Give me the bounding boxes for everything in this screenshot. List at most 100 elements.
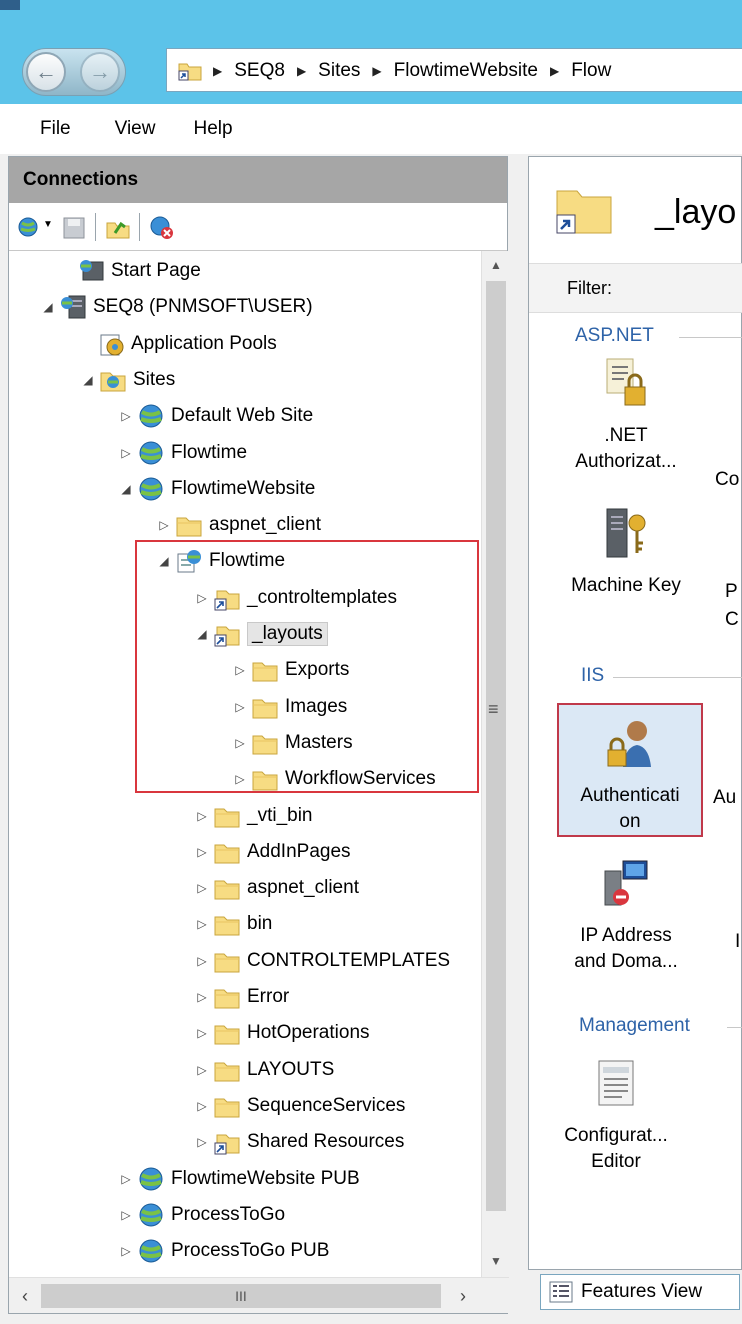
tree-node-label: Start Page [111,260,201,281]
features-panel: _layo Filter: ASP.NET .NET Authorizat...… [528,156,742,1270]
tree-node-label: Shared Resources [247,1131,405,1153]
feature-partial-label[interactable]: I [735,931,740,953]
tree-node[interactable]: ▷ Flowtime [119,435,247,471]
filter-label: Filter: [567,278,612,298]
expand-arrow-icon[interactable]: ▷ [195,1026,209,1040]
tree-node-label: aspnet_client [247,877,359,899]
tree-node[interactable]: Start Page [59,253,201,289]
menu-help[interactable]: Help [193,118,232,140]
scroll-left-icon[interactable]: ‹ [13,1282,37,1310]
globe-icon [139,1239,163,1263]
tree-node[interactable]: ▷ LAYOUTS [195,1052,334,1088]
forward-button[interactable]: → [80,52,120,92]
group-management: Management [579,1015,690,1036]
virtual-dir-icon [178,63,202,81]
horizontal-scrollbar-thumb[interactable]: III [41,1284,441,1308]
tree-node[interactable]: ▷ aspnet_client [195,870,359,906]
folder-icon [214,1025,240,1045]
tree-node[interactable]: ▷ bin [195,906,272,942]
tree-node-label: ProcessToGo PUB [171,1240,330,1262]
expand-arrow-icon[interactable]: ▷ [157,518,171,532]
tree-node[interactable]: ▷ Error [195,979,289,1015]
tree-node[interactable]: ▷ SequenceServices [195,1088,405,1124]
feature-partial-label[interactable]: Au [713,787,736,809]
disconnect-icon[interactable] [149,215,175,241]
expand-arrow-icon[interactable]: ▷ [195,1099,209,1113]
tree-node[interactable]: ▷ CONTROLTEMPLATES [195,943,450,979]
app-icon [0,0,20,10]
globe-icon [139,1167,163,1190]
expand-arrow-icon[interactable]: ▷ [119,1208,133,1222]
menu-file[interactable]: File [40,118,71,140]
feature-authentication[interactable]: Authenticati on [557,703,703,837]
expand-arrow-icon[interactable]: ▷ [195,1135,209,1149]
tree-node[interactable]: ▷ Default Web Site [119,398,313,434]
expand-arrow-icon[interactable]: ▷ [119,409,133,423]
app-pools-icon [100,334,124,356]
folder-icon [214,1062,240,1082]
dropdown-arrow-icon[interactable]: ▼ [43,219,53,230]
up-folder-icon[interactable] [105,215,131,241]
feature-machine-key[interactable]: Machine Key [553,507,699,599]
tree-node[interactable]: ◢ Sites [81,362,175,398]
scrollbar-thumb[interactable] [486,281,506,1211]
breadcrumb-flowtimewebsite[interactable]: FlowtimeWebsite [394,60,538,82]
scroll-down-icon[interactable]: ▼ [482,1247,510,1275]
expand-arrow-icon[interactable]: ▷ [119,446,133,460]
tree-node[interactable]: Application Pools [79,326,277,362]
expand-arrow-icon[interactable]: ▷ [195,954,209,968]
globe-icon [139,404,163,428]
back-arrow-icon: ← [35,59,57,84]
tree-node[interactable]: ▷ _vti_bin [195,798,313,834]
connect-globe-icon[interactable] [17,215,43,241]
feature-partial-label[interactable]: P [725,581,738,603]
tree-node[interactable]: ▷ FlowtimeWebsite PUB [119,1161,360,1197]
feature-configuration-editor[interactable]: Configurat... Editor [543,1057,689,1175]
address-bar[interactable]: ▶ SEQ8 ▶ Sites ▶ FlowtimeWebsite ▶ Flow [166,48,742,92]
expand-arrow-icon[interactable]: ▷ [119,1244,133,1258]
connections-toolbar: ▼ [9,203,507,251]
expand-arrow-icon[interactable]: ▷ [195,881,209,895]
feature-partial-label[interactable]: Co [715,469,739,491]
collapse-arrow-icon[interactable]: ◢ [81,373,95,387]
tree-node[interactable]: ▷ aspnet_client [157,507,321,543]
collapse-arrow-icon[interactable]: ◢ [119,482,133,496]
group-divider [613,677,742,678]
expand-arrow-icon[interactable]: ▷ [195,845,209,859]
breadcrumb-seq8[interactable]: SEQ8 [234,60,285,82]
vertical-scrollbar[interactable]: ▲ ≡ ▼ [481,251,509,1277]
feature-net-authorization[interactable]: .NET Authorizat... [553,357,699,475]
feature-ip-address[interactable]: IP Address and Doma... [553,857,699,975]
features-view-tab[interactable]: Features View [540,1274,740,1310]
back-button[interactable]: ← [26,52,66,92]
tree-node[interactable]: ◢ FlowtimeWebsite [119,471,315,507]
collapse-arrow-icon[interactable]: ◢ [41,300,55,314]
tree-node[interactable]: ▷ ProcessToGo PUB [119,1233,329,1269]
tree-node[interactable]: ◢ SEQ8 (PNMSOFT\USER) [41,289,313,325]
tree-node[interactable]: ▷ Shared Resources [195,1124,404,1160]
expand-arrow-icon[interactable]: ▷ [195,917,209,931]
scroll-up-icon[interactable]: ▲ [482,251,510,279]
tree-node[interactable]: ▷ HotOperations [195,1015,370,1051]
tree-node-label: _vti_bin [247,804,313,826]
view-tabs: Features View [528,1270,742,1314]
tree-node-label: HotOperations [247,1022,370,1044]
scroll-right-icon[interactable]: › [451,1282,475,1310]
horizontal-scrollbar[interactable]: ‹ III › [9,1277,509,1313]
breadcrumb-flowtime[interactable]: Flow [571,60,611,82]
breadcrumb-arrow-icon: ▶ [372,64,382,78]
menu-view[interactable]: View [115,118,156,140]
expand-arrow-icon[interactable]: ▷ [195,1063,209,1077]
tree-node[interactable]: ▷ AddInPages [195,834,351,870]
expand-arrow-icon[interactable]: ▷ [119,1172,133,1186]
menu-bar: File View Help [0,104,742,154]
group-iis: IIS [581,665,605,686]
expand-arrow-icon[interactable]: ▷ [195,809,209,823]
save-icon[interactable] [61,215,87,241]
machine-key-icon [606,508,646,558]
feature-label: and Doma... [574,951,678,972]
breadcrumb-sites[interactable]: Sites [318,60,360,82]
expand-arrow-icon[interactable]: ▷ [195,990,209,1004]
tree-node[interactable]: ▷ ProcessToGo [119,1197,285,1233]
feature-partial-label[interactable]: C [725,609,739,631]
